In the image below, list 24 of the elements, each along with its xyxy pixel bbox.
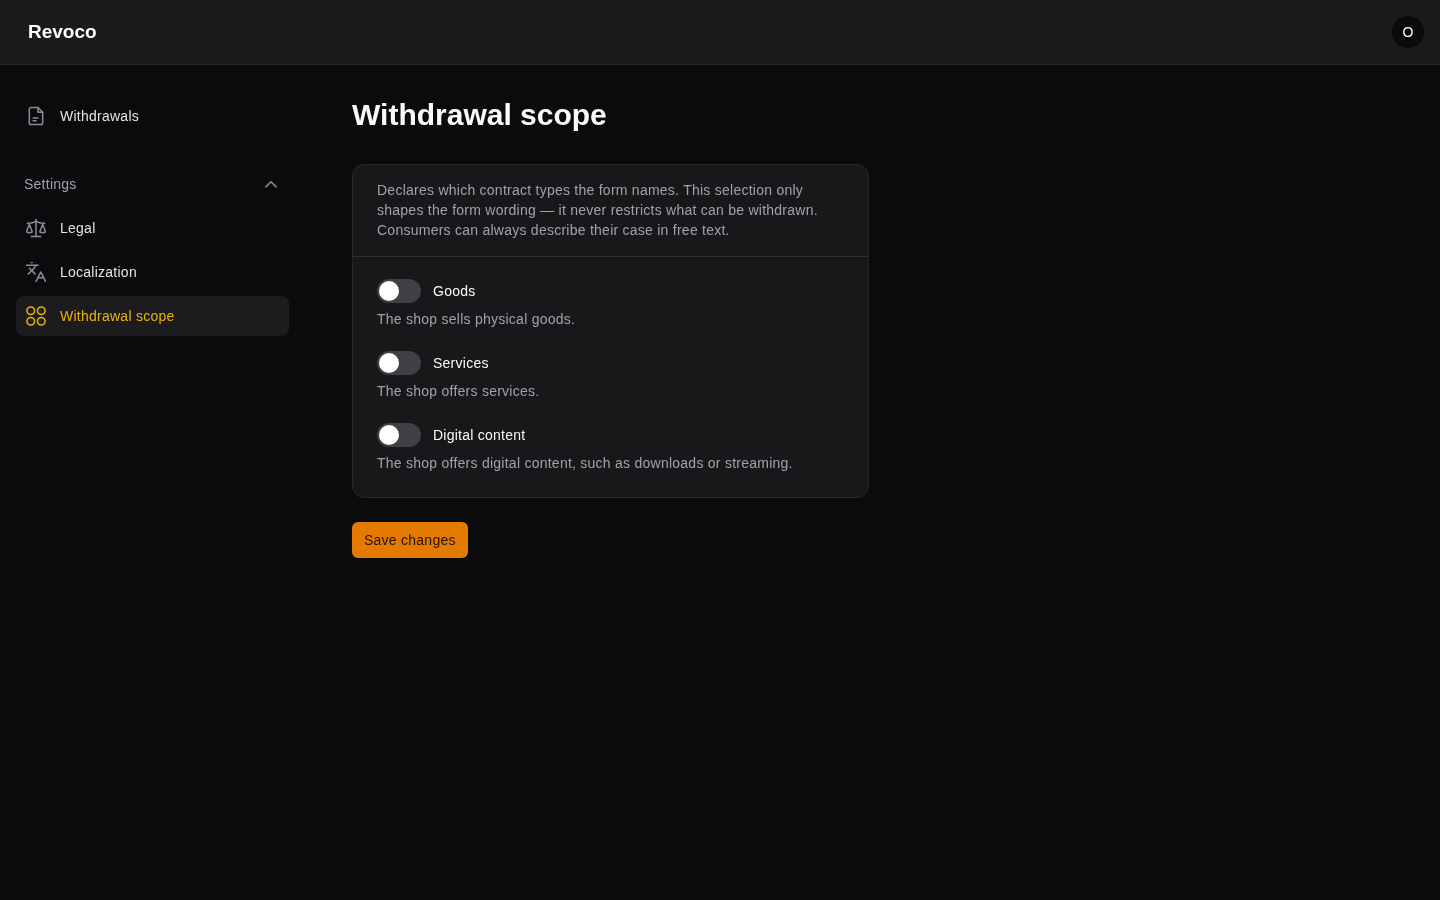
app-logo: Revoco [28, 21, 97, 43]
document-icon [26, 106, 46, 126]
translate-icon [26, 262, 46, 282]
save-button[interactable]: Save changes [352, 522, 468, 558]
grid-icon [26, 306, 46, 326]
option-description: The shop offers services. [377, 382, 541, 401]
nav-item[interactable]: Withdrawal scope [16, 296, 289, 336]
chevron-up-icon [265, 180, 277, 188]
option-label: Services [433, 355, 489, 371]
nav-item[interactable]: Legal [16, 208, 289, 248]
option-description: The shop offers digital content, such as downloads or streaming. [377, 454, 794, 473]
option-description: The shop sells physical goods. [377, 310, 577, 329]
scales-icon [26, 218, 46, 238]
group-toggle[interactable]: Settings [16, 166, 289, 202]
nav-item[interactable]: Withdrawals [16, 96, 289, 136]
option-label: Goods [433, 283, 476, 299]
toggle-switch[interactable] [377, 351, 421, 375]
option-label: Digital content [433, 427, 526, 443]
page-title: Withdrawal scope [352, 97, 608, 133]
toggle-switch[interactable] [377, 279, 421, 303]
card-description: Declares which contract types the form names. This selection only shapes the form wording — it never restricts what can be withdrawn. Consumers can always describe their case in free text. [353, 165, 868, 257]
avatar-button[interactable]: O [1392, 16, 1424, 48]
nav-item[interactable]: Localization [16, 252, 289, 292]
toggle-switch[interactable] [377, 423, 421, 447]
